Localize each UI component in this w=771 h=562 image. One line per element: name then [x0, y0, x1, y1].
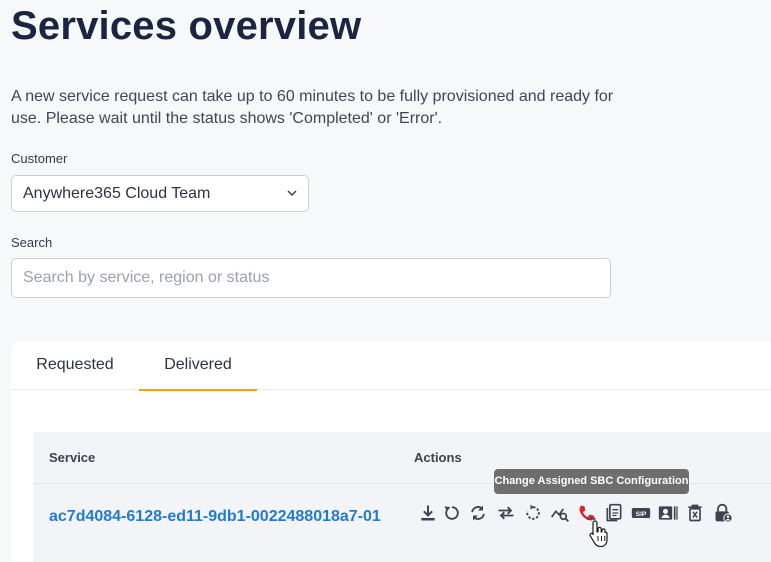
swap-icon[interactable]: [494, 501, 518, 525]
lock-account-icon[interactable]: [711, 501, 735, 525]
services-card: Requested Delivered Service Actions ac7d…: [11, 341, 771, 562]
restart-icon[interactable]: [440, 501, 464, 525]
customer-select-value: Anywhere365 Cloud Team: [23, 185, 211, 202]
svg-text:SIP: SIP: [636, 511, 647, 518]
sip-icon[interactable]: SIP: [629, 501, 653, 525]
sync-icon[interactable]: [466, 501, 490, 525]
page-title: Services overview: [11, 4, 362, 48]
delete-icon[interactable]: [683, 501, 707, 525]
intro-text: A new service request can take up to 60 …: [11, 88, 614, 127]
tab-delivered[interactable]: Delivered: [139, 341, 257, 391]
service-id-link[interactable]: ac7d4084-6128-ed11-9db1-0022488018a7-01: [49, 508, 381, 526]
tab-requested[interactable]: Requested: [11, 341, 139, 389]
services-table: Service Actions ac7d4084-6128-ed11-9db1-…: [33, 432, 771, 562]
customer-select[interactable]: Anywhere365 Cloud Team: [11, 175, 309, 212]
download-icon[interactable]: [416, 501, 440, 525]
chevron-down-icon: [287, 190, 297, 197]
search-input[interactable]: [11, 258, 611, 298]
reset-icon[interactable]: [521, 501, 545, 525]
customer-label: Customer: [11, 151, 68, 166]
search-label: Search: [11, 235, 53, 250]
tab-bar: Requested Delivered: [11, 341, 771, 391]
column-header-actions: Actions: [414, 450, 462, 465]
hand-pointer-icon: [589, 520, 608, 547]
tooltip: Change Assigned SBC Configuration: [494, 469, 689, 494]
column-header-service: Service: [49, 450, 96, 465]
contact-card-icon[interactable]: [656, 501, 680, 525]
analytics-search-icon[interactable]: [548, 501, 572, 525]
